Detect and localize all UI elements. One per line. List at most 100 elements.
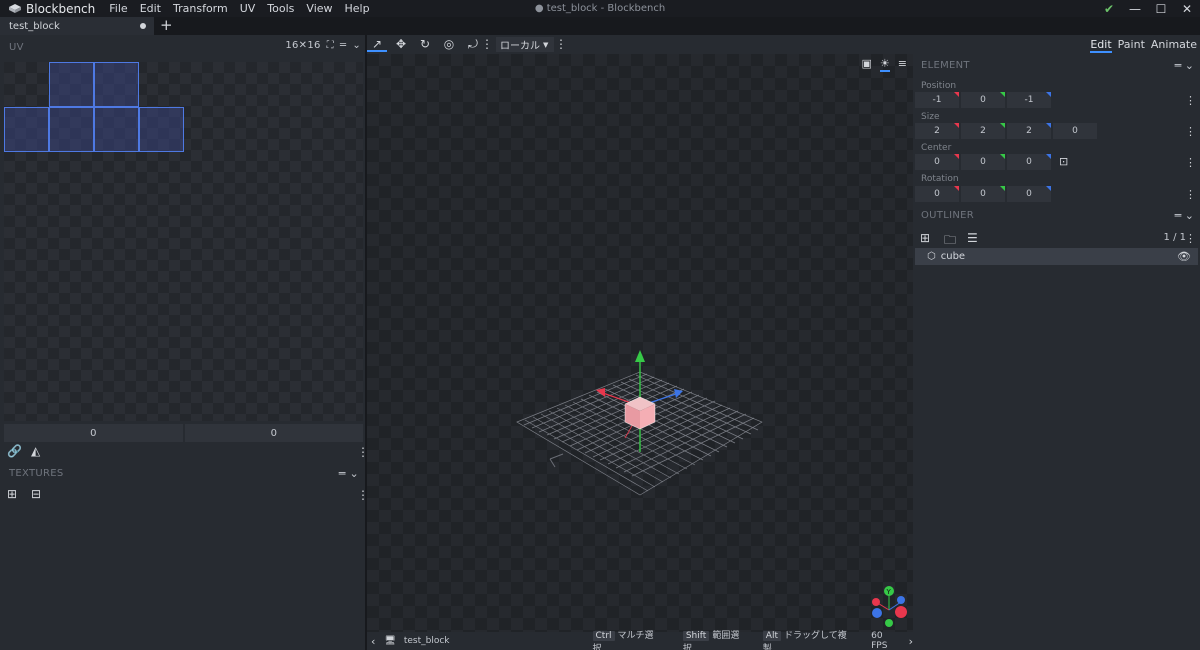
menu-help[interactable]: Help: [339, 2, 376, 15]
check-icon[interactable]: ✔: [1096, 2, 1122, 16]
textures-panel-header: TEXTURES ═ ⌄: [0, 462, 365, 484]
title-bar: Blockbench File Edit Transform UV Tools …: [0, 0, 1200, 17]
uv-face-up[interactable]: [49, 62, 94, 107]
position-fields: -1 0 -1: [915, 92, 1051, 108]
uv-face-down[interactable]: [94, 62, 139, 107]
uv-panel-title: UV: [9, 41, 24, 53]
position-x-field[interactable]: -1: [915, 92, 959, 108]
orientation-gizmo[interactable]: Y: [872, 586, 907, 627]
add-cube-icon[interactable]: ⊞: [920, 231, 930, 245]
chevron-left-icon[interactable]: ‹: [371, 635, 375, 648]
right-sidebar: Edit Paint Animate ELEMENT ═ ⌄ Position …: [913, 35, 1200, 650]
3d-viewport[interactable]: ▣ ☀ ≡ Y: [367, 54, 913, 632]
chevron-down-icon[interactable]: ⌄: [352, 40, 361, 51]
inflate-field[interactable]: 0: [1053, 123, 1097, 139]
menu-edit[interactable]: Edit: [134, 2, 167, 15]
uv-editor-canvas[interactable]: [4, 62, 363, 421]
more-vertical-icon[interactable]: ⋮: [1185, 125, 1196, 138]
pivot-tool-icon[interactable]: ◎: [439, 37, 459, 52]
collapse-icon[interactable]: ☰: [967, 231, 978, 245]
mode-paint[interactable]: Paint: [1118, 38, 1145, 53]
rotation-x-field[interactable]: 0: [915, 186, 959, 202]
center-pivot-icon[interactable]: ⊡: [1059, 154, 1068, 170]
more-vertical-icon[interactable]: ⋮: [481, 37, 493, 52]
uv-field-u[interactable]: 0: [4, 424, 183, 442]
position-z-field[interactable]: -1: [1007, 92, 1051, 108]
uv-panel-header: UV 16✕16 ⛶ ═ ⌄: [0, 35, 365, 59]
mode-edit[interactable]: Edit: [1090, 38, 1112, 53]
position-label: Position: [921, 81, 957, 91]
size-y-field[interactable]: 2: [961, 123, 1005, 139]
rotate-tool-icon[interactable]: ↻: [415, 37, 435, 52]
link-icon[interactable]: 🔗: [7, 444, 22, 458]
uv-face-south[interactable]: [139, 107, 184, 152]
app-logo: Blockbench: [0, 2, 95, 16]
menu-uv[interactable]: UV: [234, 2, 262, 15]
uv-face-north[interactable]: [49, 107, 94, 152]
menu-bar: File Edit Transform UV Tools View Help: [103, 2, 375, 15]
rotation-fields: 0 0 0: [915, 186, 1051, 202]
element-panel-title: ELEMENT: [921, 60, 970, 71]
viewport-toolbar: ↗ ✥ ↻ ◎ ⤾ ⋮ ローカル ▼ ⋮: [367, 35, 913, 54]
menu-tools[interactable]: Tools: [261, 2, 300, 15]
menu-file[interactable]: File: [103, 2, 133, 15]
blockbench-logo-icon: [9, 4, 21, 13]
dropdown-arrow-icon: ▼: [543, 40, 549, 49]
size-label: Size: [921, 112, 940, 122]
svg-text:Y: Y: [886, 588, 892, 596]
tab-bar: test_block +: [0, 17, 1200, 35]
outliner-item-cube[interactable]: ⬡ cube 👁: [915, 248, 1198, 265]
add-texture-icon[interactable]: ⊞: [7, 487, 17, 501]
status-bar: ‹ 🖥 test_block Ctrl マルチ選択 Shift 範囲選択 Alt ドラ…: [367, 631, 913, 650]
menu-lines-icon[interactable]: ═: [340, 40, 346, 51]
mode-selector: Edit Paint Animate: [1090, 38, 1200, 53]
rotation-z-field[interactable]: 0: [1007, 186, 1051, 202]
maximize-button[interactable]: ☐: [1148, 2, 1174, 16]
menu-view[interactable]: View: [300, 2, 338, 15]
panel-menu-icon[interactable]: ═ ⌄: [1175, 209, 1194, 222]
size-x-field[interactable]: 2: [915, 123, 959, 139]
size-z-field[interactable]: 2: [1007, 123, 1051, 139]
center-fields: 0 0 0 ⊡: [915, 154, 1068, 170]
monitor-icon: 🖥: [384, 636, 396, 646]
mode-animate[interactable]: Animate: [1151, 38, 1197, 53]
more-vertical-icon[interactable]: ⋮: [555, 37, 567, 52]
outliner-item-label: cube: [940, 251, 966, 262]
textures-toolbar: ⊞ ⊟ ⋮: [0, 486, 369, 504]
center-label: Center: [921, 143, 952, 153]
more-vertical-icon[interactable]: ⋮: [1185, 188, 1196, 201]
uv-face-west[interactable]: [94, 107, 139, 152]
close-button[interactable]: ✕: [1174, 2, 1200, 16]
panel-menu-icon[interactable]: ═ ⌄: [1175, 59, 1194, 72]
import-texture-icon[interactable]: ⊟: [31, 487, 41, 501]
center-x-field[interactable]: 0: [915, 154, 959, 170]
visibility-eye-icon[interactable]: 👁: [1177, 250, 1191, 263]
tab-test-block[interactable]: test_block: [0, 17, 154, 35]
unsaved-dot-icon[interactable]: [140, 23, 146, 29]
minimize-button[interactable]: —: [1122, 2, 1148, 16]
fullscreen-icon[interactable]: ⛶: [327, 40, 334, 51]
uv-field-v[interactable]: 0: [184, 424, 363, 442]
uv-face-east[interactable]: [4, 107, 49, 152]
center-y-field[interactable]: 0: [961, 154, 1005, 170]
more-vertical-icon[interactable]: ⋮: [1185, 94, 1196, 107]
new-tab-button[interactable]: +: [160, 17, 173, 35]
rotation-label: Rotation: [921, 174, 959, 184]
menu-lines-icon[interactable]: ═ ⌄: [339, 467, 359, 480]
rotation-y-field[interactable]: 0: [961, 186, 1005, 202]
more-vertical-icon[interactable]: ⋮: [1185, 232, 1196, 245]
hint-shift: Shift 範囲選択: [682, 631, 740, 650]
menu-transform[interactable]: Transform: [167, 2, 234, 15]
transform-space-select[interactable]: ローカル ▼: [496, 37, 554, 52]
uv-size-label[interactable]: 16✕16: [285, 40, 320, 51]
position-y-field[interactable]: 0: [961, 92, 1005, 108]
outliner-panel-title: OUTLINER: [921, 210, 974, 221]
transform-space-value: ローカル: [500, 41, 540, 52]
vertex-snap-tool-icon[interactable]: ⤾: [463, 37, 483, 52]
resize-tool-icon[interactable]: ✥: [391, 37, 411, 52]
select-move-tool-icon[interactable]: ↗: [367, 37, 387, 52]
more-vertical-icon[interactable]: ⋮: [1185, 156, 1196, 169]
app-name: Blockbench: [26, 1, 96, 16]
center-z-field[interactable]: 0: [1007, 154, 1051, 170]
mirror-icon[interactable]: ◭: [31, 444, 40, 458]
